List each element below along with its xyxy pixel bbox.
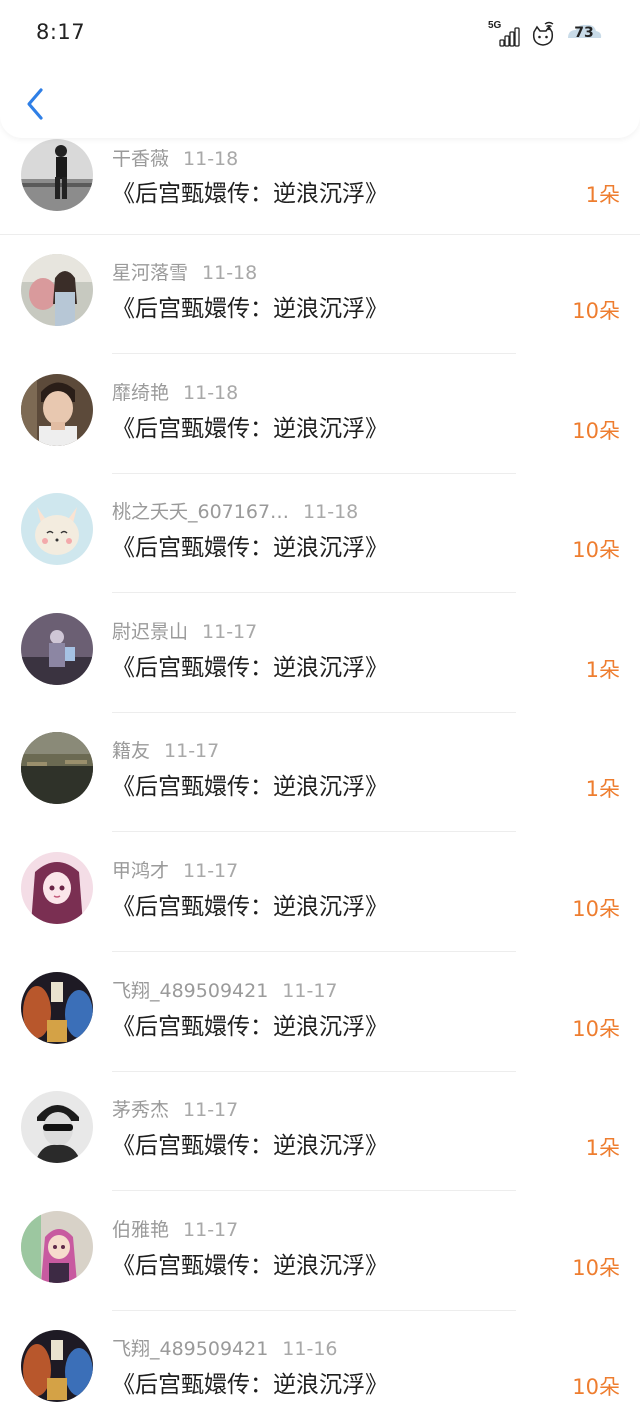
battery-level: 73 [574,25,594,41]
avatar[interactable] [21,851,93,924]
book-title: 《后宫甄嬛传：逆浪沉浮》 [112,1252,388,1279]
book-title: 《后宫甄嬛传：逆浪沉浮》 [112,1372,388,1399]
list-item[interactable]: 靡绮艳 11-18 《后宫甄嬛传：逆浪沉浮》 10朵 [0,356,640,476]
network-type: 5G [488,20,502,31]
avatar[interactable] [21,1210,93,1283]
divider [112,1309,516,1311]
status-time: 8:17 [36,20,86,44]
user-name: 星河落雪 [112,262,189,284]
date: 11-16 [282,1338,338,1361]
book-title: 《后宫甄嬛传：逆浪沉浮》 [112,296,388,322]
user-name: 靡绮艳 [112,381,170,404]
list-item[interactable]: 尉迟景山 11-17 《后宫甄嬛传：逆浪沉浮》 1朵 [0,595,640,715]
flower-amount: 10朵 [572,538,620,563]
user-name: 茅秀杰 [112,1099,170,1122]
item-meta: 干香薇 11-18 [112,146,238,172]
list-item[interactable]: 星河落雪 11-18 《后宫甄嬛传：逆浪沉浮》 10朵 [0,236,640,356]
avatar[interactable] [21,254,93,326]
flower-amount: 10朵 [572,1016,620,1041]
avatar[interactable] [21,732,93,805]
avatar[interactable] [21,971,93,1044]
wifi-icon [532,21,554,46]
book-title: 《后宫甄嬛传：逆浪沉浮》 [112,1133,388,1160]
book-title: 《后宫甄嬛传：逆浪沉浮》 [112,654,388,681]
avatar[interactable] [21,1330,93,1403]
date: 11-18 [183,381,239,404]
list-item[interactable]: 籍友 11-17 《后宫甄嬛传：逆浪沉浮》 1朵 [0,714,640,834]
book-title: 《后宫甄嬛传：逆浪沉浮》 [112,415,388,442]
book-title: 《后宫甄嬛传：逆浪沉浮》 [112,181,388,207]
user-name: 尉迟景山 [112,620,189,643]
book-title: 《后宫甄嬛传：逆浪沉浮》 [112,774,388,801]
list-item[interactable]: 甲鸿才 11-17 《后宫甄嬛传：逆浪沉浮》 10朵 [0,834,640,954]
item-meta: 茅秀杰 11-17 [112,1097,238,1123]
item-meta: 籍友 11-17 [112,738,219,764]
book-title: 《后宫甄嬛传：逆浪沉浮》 [112,535,388,562]
status-icons: 5G 73 [488,16,604,50]
divider [112,472,516,474]
item-meta: 伯雅艳 11-17 [112,1217,238,1243]
user-name: 干香薇 [112,148,170,170]
flower-amount: 10朵 [572,299,620,323]
list-item[interactable]: 茅秀杰 11-17 《后宫甄嬛传：逆浪沉浮》 1朵 [0,1073,640,1193]
flower-amount: 1朵 [585,183,620,207]
user-name: 甲鸿才 [112,859,170,882]
item-meta: 靡绮艳 11-18 [112,380,238,406]
top-bar: 8:17 5G 73 [0,0,640,138]
item-meta: 飞翔_489509421 11-16 [112,1336,338,1362]
list-item[interactable]: 桃之夭夭_607167… 11-18 《后宫甄嬛传：逆浪沉浮》 10朵 [0,475,640,595]
flower-amount: 1朵 [585,1136,620,1161]
divider [112,1070,516,1072]
user-name: 伯雅艳 [112,1218,170,1241]
date: 11-17 [183,859,239,882]
user-name: 籍友 [112,740,151,763]
flower-amount: 10朵 [572,896,620,921]
divider [112,353,516,354]
book-title: 《后宫甄嬛传：逆浪沉浮》 [112,1013,388,1040]
list-item[interactable]: 飞翔_489509421 11-17 《后宫甄嬛传：逆浪沉浮》 10朵 [0,954,640,1074]
avatar[interactable] [21,1091,93,1164]
item-meta: 甲鸿才 11-17 [112,858,238,884]
date: 11-18 [303,501,359,524]
user-name: 飞翔_489509421 [112,1338,269,1361]
avatar[interactable] [21,139,93,211]
date: 11-18 [202,262,258,284]
battery-icon: 73 [564,22,604,44]
divider [112,831,516,833]
date: 11-18 [183,148,239,170]
user-name: 桃之夭夭_607167… [112,501,290,524]
date: 11-17 [282,979,338,1002]
chevron-left-icon[interactable] [22,86,48,122]
item-meta: 飞翔_489509421 11-17 [112,978,338,1004]
list-item[interactable]: 伯雅艳 11-17 《后宫甄嬛传：逆浪沉浮》 10朵 [0,1193,640,1313]
date: 11-17 [183,1099,239,1122]
flower-amount: 10朵 [572,1255,620,1280]
book-title: 《后宫甄嬛传：逆浪沉浮》 [112,893,388,920]
item-meta: 尉迟景山 11-17 [112,619,257,645]
avatar[interactable] [21,373,93,446]
flower-amount: 10朵 [572,418,620,443]
divider [0,234,640,235]
item-meta: 桃之夭夭_607167… 11-18 [112,499,358,525]
divider [112,711,516,713]
date: 11-17 [164,740,220,763]
gift-record-list: 干香薇 11-18 《后宫甄嬛传：逆浪沉浮》 1朵 星河落雪 11-18 《后宫甄嬛… [0,120,640,1408]
item-meta: 星河落雪 11-18 [112,260,257,286]
flower-amount: 10朵 [572,1375,620,1400]
avatar[interactable] [21,612,93,685]
divider [112,1190,516,1192]
signal-icon: 5G [488,20,520,47]
user-name: 飞翔_489509421 [112,979,269,1002]
avatar[interactable] [21,493,93,566]
date: 11-17 [183,1218,239,1241]
divider [112,592,516,594]
date: 11-17 [202,620,258,643]
flower-amount: 1朵 [585,777,620,802]
divider [112,950,516,952]
screen: 干香薇 11-18 《后宫甄嬛传：逆浪沉浮》 1朵 星河落雪 11-18 《后宫甄嬛… [0,0,640,1408]
flower-amount: 1朵 [585,657,620,682]
list-item[interactable]: 飞翔_489509421 11-16 《后宫甄嬛传：逆浪沉浮》 10朵 [0,1312,640,1408]
